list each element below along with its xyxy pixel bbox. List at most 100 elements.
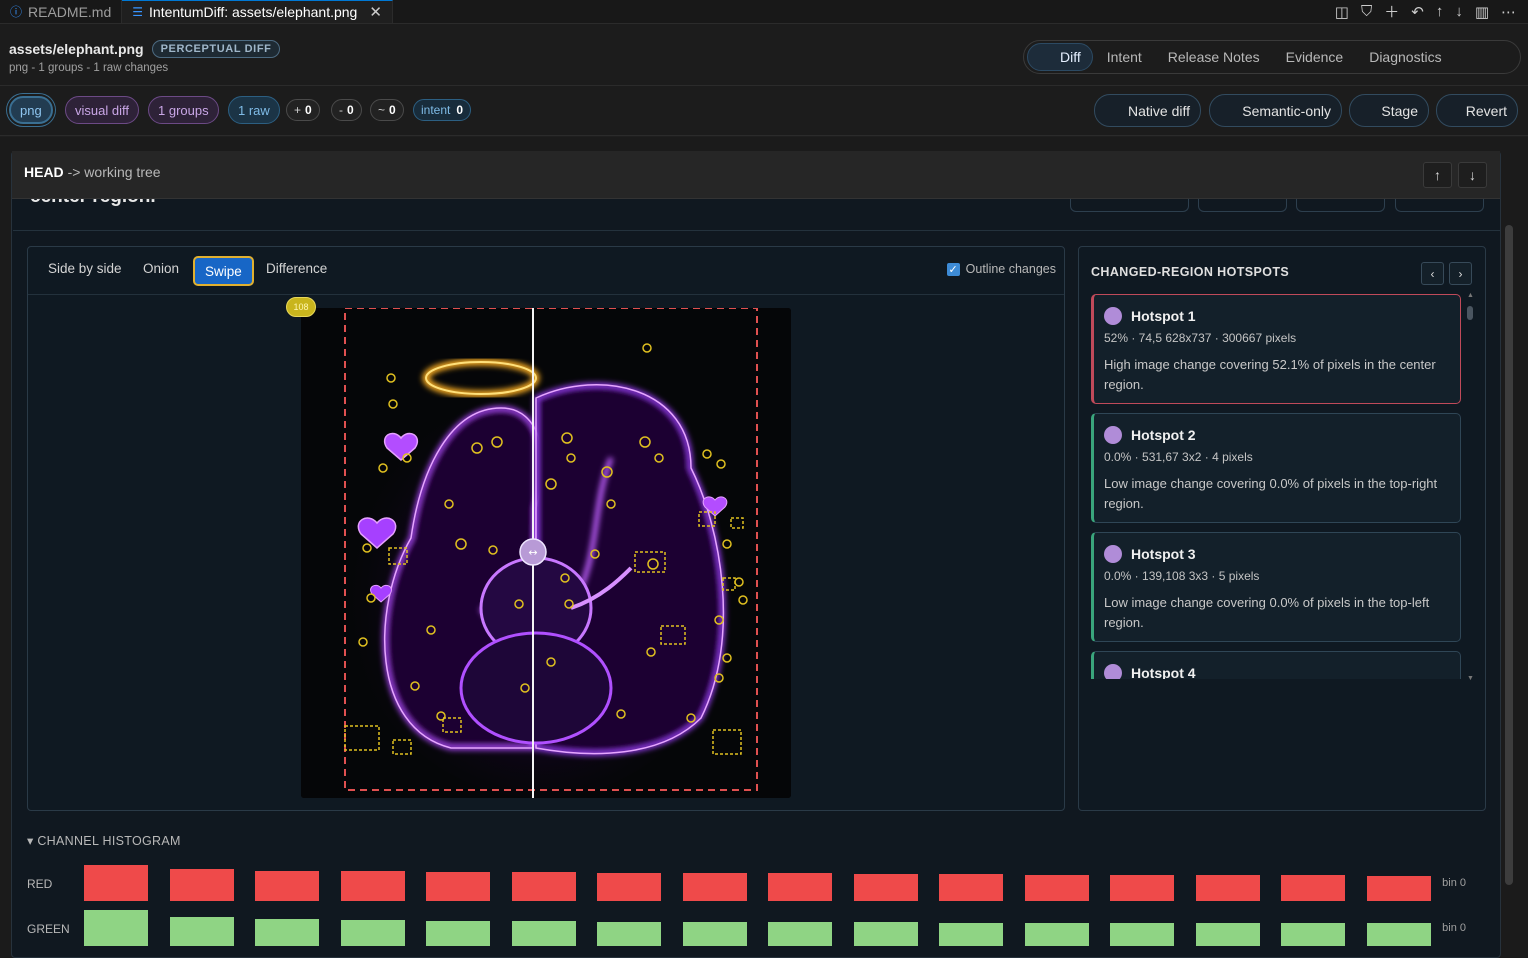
arrow-down-icon[interactable]: ↓ [1455,3,1463,20]
image-diff-viewer: Side by side Onion Swipe Difference ✓ Ou… [27,246,1065,811]
histogram-bar [597,922,661,946]
hotspot-list: Hotspot 1 52% · 74,5 628x737 · 300667 pi… [1091,294,1477,679]
histogram-bar [597,873,661,901]
more-icon[interactable]: ⋯ [1501,3,1516,21]
arrow-down-icon: ↓ [1469,167,1476,183]
compare-header: HEAD -> working tree ↑ ↓ [12,151,1500,199]
hotspot-card[interactable]: Hotspot 2 0.0% · 531,67 3x2 · 4 pixels L… [1091,413,1461,523]
histogram-header[interactable]: ▾ CHANNEL HISTOGRAM [27,833,181,848]
svg-text:↔: ↔ [528,546,537,559]
diff-file-icon: ☰ [132,5,144,19]
chevron-up-icon: ▲ [1467,292,1474,299]
editor-tab-bar: ⓘ README.md ☰ IntentumDiff: assets/eleph… [0,0,1528,24]
hotspots-title: CHANGED-REGION HOTSPOTS [1091,265,1290,279]
main-scrollbar[interactable] [1504,155,1514,945]
hotspot-next-button[interactable]: › [1449,262,1472,285]
removed-count: 0 [347,103,354,117]
outline-changes-toggle[interactable]: ✓ Outline changes [946,262,1056,276]
intent-label: intent [421,103,451,117]
histogram-bar [682,922,747,946]
tab-release-notes[interactable]: Release Notes [1156,43,1272,71]
filter-icon[interactable]: ⛉ [1361,3,1372,20]
from-ref: HEAD [24,164,64,180]
histogram-bar [1195,875,1260,901]
previous-change-button[interactable]: ↑ [1423,162,1452,188]
removed-count-chip[interactable]: -0 [331,99,362,121]
plus-icon[interactable]: ＋ [1384,1,1399,22]
native-diff-button[interactable]: Native diff [1094,94,1201,127]
histogram-bar [768,873,832,901]
next-change-button[interactable]: ↓ [1458,162,1487,188]
histogram-bar [768,922,832,946]
scrollbar-thumb[interactable] [1467,306,1473,320]
columns-icon[interactable]: ◫ [1335,3,1349,21]
route-arrow: -> [67,164,81,180]
undo-icon[interactable]: ↶ [1411,3,1424,21]
histogram-bar [340,920,405,946]
semantic-only-button[interactable]: Semantic-only [1209,94,1342,127]
tab-evidence[interactable]: Evidence [1274,43,1356,71]
checkbox-checked-icon[interactable]: ✓ [946,262,960,276]
added-prefix: + [294,103,302,117]
scrollbar-thumb[interactable] [1505,225,1513,885]
mode-onion[interactable]: Onion [143,261,179,276]
histogram-bar [84,865,148,901]
editor-actions: ◫ ⛉ ＋ ↶ ↑ ↓ ▥ ⋯ [1335,0,1528,23]
close-icon[interactable]: ✕ [369,3,382,21]
hotspot-name: Hotspot 3 [1131,546,1196,562]
histogram-bar [939,874,1003,901]
histogram-bar [169,869,234,901]
to-ref: working tree [84,164,161,180]
histogram-bar [1366,876,1431,901]
histogram-bar [1366,923,1431,946]
compare-route: HEAD -> working tree [24,164,161,180]
tab-diagnostics[interactable]: Diagnostics [1357,43,1453,71]
tab-intentumdiff[interactable]: ☰ IntentumDiff: assets/elephant.png ✕ [122,0,393,23]
revert-button[interactable]: Revert [1436,94,1518,127]
diff-header: assets/elephant.png PERCEPTUAL DIFF png … [0,24,1528,86]
histogram-bar [1281,875,1345,901]
histogram-bar [682,873,747,901]
tab-readme[interactable]: ⓘ README.md [0,0,123,23]
mode-swipe[interactable]: Swipe [193,256,254,286]
hotspot-card[interactable]: Hotspot 1 52% · 74,5 628x737 · 300667 pi… [1091,294,1461,404]
split-editor-icon[interactable]: ▥ [1475,3,1489,21]
chevron-down-icon: ▼ [1467,675,1474,682]
hotspot-description: Low image change covering 0.0% of pixels… [1104,476,1438,511]
hotspot-card[interactable]: Hotspot 4 [1091,651,1461,679]
hotspot-card[interactable]: Hotspot 3 0.0% · 139,108 3x3 · 5 pixels … [1091,532,1461,642]
tab-intent[interactable]: Intent [1095,43,1154,71]
histogram-bar [1110,875,1174,901]
histogram-title: CHANNEL HISTOGRAM [37,834,181,848]
hotspot-color-dot [1104,307,1122,325]
histogram-channel-label: GREEN [27,922,70,936]
info-icon: ⓘ [10,5,23,19]
histogram-bar [340,871,405,901]
outline-changes-label: Outline changes [965,262,1056,276]
tab-diff[interactable]: Diff [1027,43,1093,71]
histogram-bar [853,922,918,946]
added-count: 0 [305,103,312,117]
mode-difference[interactable]: Difference [266,261,327,276]
change-count-badge: 108 [286,297,316,317]
hotspot-prev-button[interactable]: ‹ [1421,262,1444,285]
added-count-chip[interactable]: +0 [286,99,320,121]
file-name: assets/elephant.png [9,41,144,57]
histogram-channel-label: RED [27,877,53,891]
arrow-up-icon[interactable]: ↑ [1436,3,1444,20]
histogram-bar [426,872,490,901]
histogram-bar [84,910,148,946]
groups-chip[interactable]: 1 groups [148,96,219,124]
hotspot-scrollbar[interactable]: ▲ ▼ [1467,292,1474,682]
stage-button[interactable]: Stage [1349,94,1429,127]
mode-side-by-side[interactable]: Side by side [48,261,122,276]
intent-chip[interactable]: intent 0 [413,99,472,121]
format-chip[interactable]: png [9,96,53,124]
swipe-image[interactable]: ↔ [301,308,791,798]
view-tabs: Diff Intent Release Notes Evidence Diagn… [1023,40,1521,74]
modified-prefix: ~ [378,103,386,117]
raw-chip[interactable]: 1 raw [228,96,280,124]
histogram-bar [1024,875,1089,901]
visual-diff-chip[interactable]: visual diff [65,96,139,124]
modified-count-chip[interactable]: ~0 [370,99,404,121]
